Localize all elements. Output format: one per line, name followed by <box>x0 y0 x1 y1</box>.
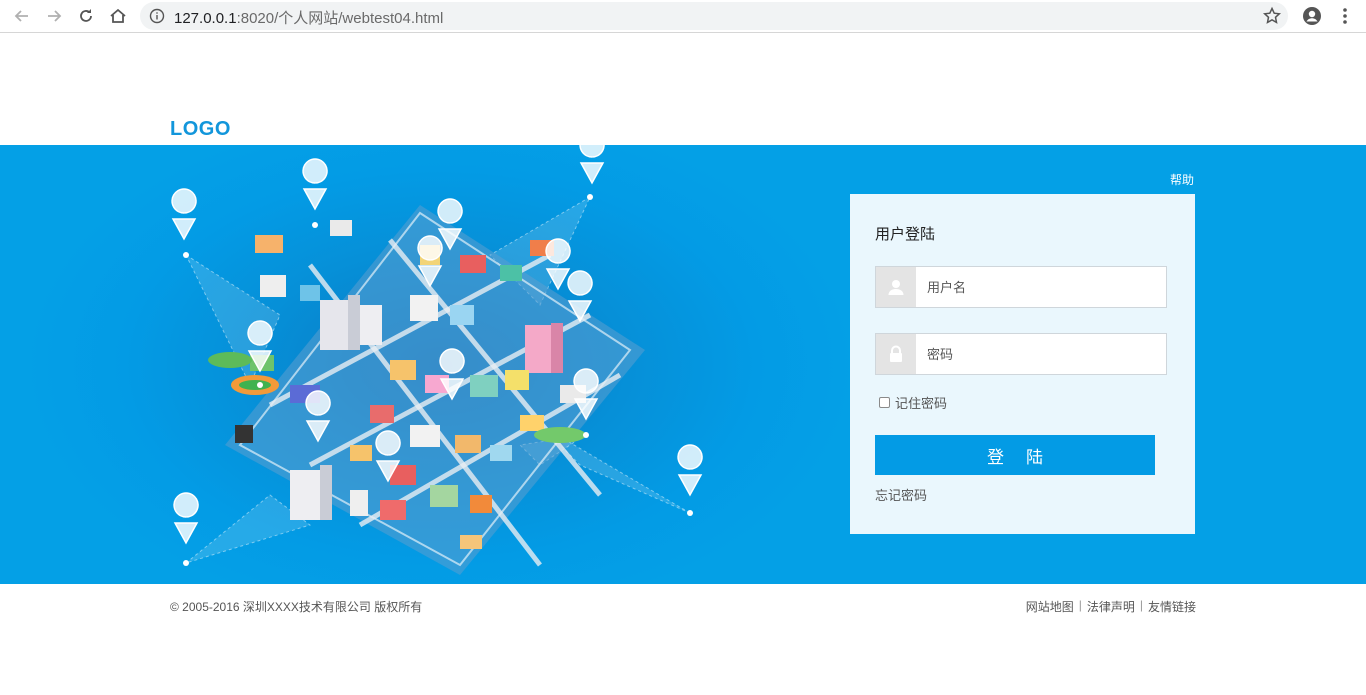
address-bar[interactable]: 127.0.0.1:8020/个人网站/webtest04.html <box>140 2 1288 30</box>
footer-separator: | <box>1139 598 1143 612</box>
arrow-right-icon <box>48 10 62 22</box>
hero-banner: 帮助 用户登陆 记住密码 登陆 忘记密码 <box>0 145 1366 584</box>
login-panel: 用户登陆 记住密码 登陆 忘记密码 <box>850 194 1195 534</box>
url-path: :8020/个人网站/webtest04.html <box>236 10 444 27</box>
reload-icon <box>80 9 92 22</box>
password-input[interactable] <box>917 334 1166 374</box>
footer-link-friends[interactable]: 友情链接 <box>1148 598 1196 615</box>
account-icon <box>1303 7 1321 25</box>
login-title: 用户登陆 <box>875 226 936 243</box>
help-link[interactable]: 帮助 <box>1170 171 1194 188</box>
profile-button[interactable] <box>1300 4 1324 28</box>
bookmark-star-icon[interactable] <box>1262 6 1282 26</box>
back-button[interactable] <box>10 4 34 28</box>
footer-link-sitemap[interactable]: 网站地图 <box>1026 598 1074 615</box>
more-vertical-icon <box>1343 8 1347 24</box>
info-icon[interactable] <box>149 8 165 24</box>
copyright: © 2005-2016 深圳XXXX技术有限公司 版权所有 <box>170 600 423 614</box>
menu-button[interactable] <box>1333 4 1357 28</box>
password-field[interactable] <box>875 333 1167 375</box>
forgot-password-link[interactable]: 忘记密码 <box>875 485 927 504</box>
remember-checkbox[interactable] <box>879 397 890 408</box>
city-illustration <box>171 145 703 575</box>
forward-button[interactable] <box>42 4 66 28</box>
browser-toolbar: 127.0.0.1:8020/个人网站/webtest04.html <box>0 0 1366 33</box>
remember-label: 记住密码 <box>895 396 948 411</box>
username-input[interactable] <box>917 267 1166 307</box>
login-button[interactable]: 登陆 <box>875 435 1155 475</box>
remember-password[interactable]: 记住密码 <box>879 393 947 412</box>
footer-link-legal[interactable]: 法律声明 <box>1087 598 1135 615</box>
user-icon <box>876 267 916 307</box>
home-icon <box>110 8 126 23</box>
url-text: 127.0.0.1:8020/个人网站/webtest04.html <box>174 7 443 28</box>
reload-button[interactable] <box>74 4 98 28</box>
home-button[interactable] <box>106 4 130 28</box>
url-host: 127.0.0.1 <box>174 10 237 27</box>
footer-links: 网站地图 | 法律声明 | 友情链接 <box>1026 598 1196 615</box>
arrow-left-icon <box>14 10 28 22</box>
logo[interactable]: LOGO <box>170 118 231 141</box>
footer-separator: | <box>1078 598 1082 612</box>
username-field[interactable] <box>875 266 1167 308</box>
lock-icon <box>876 334 916 374</box>
